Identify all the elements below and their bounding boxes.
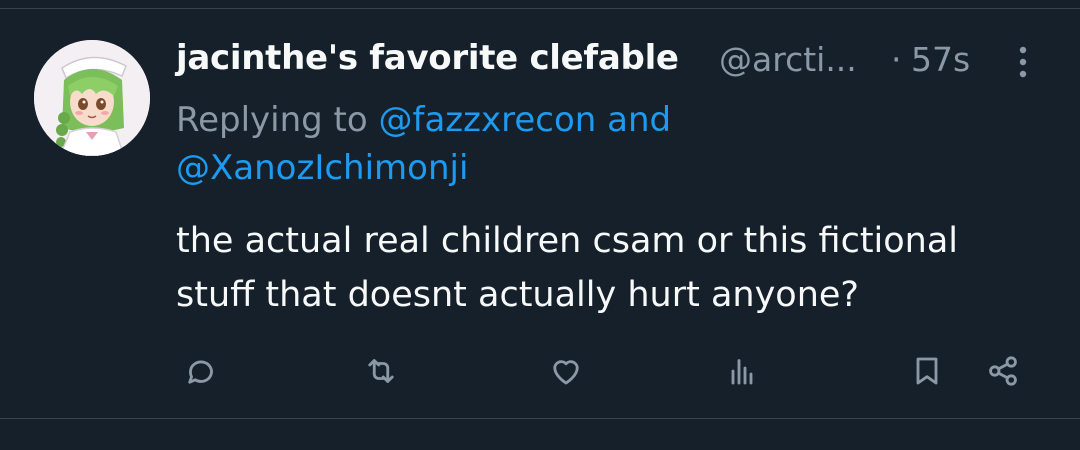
bottom-divider (0, 418, 1080, 419)
retweet-icon (368, 359, 394, 383)
author-handle[interactable]: @arcti... (719, 40, 857, 79)
bookmark-icon (916, 357, 938, 385)
share-icon (989, 356, 1017, 386)
mention-link-xanozichimonji[interactable]: @XanozIchimonji (176, 148, 468, 188)
tweet-actions-bar (0, 340, 1080, 400)
mention-link-fazzxrecon[interactable]: @fazzxrecon (379, 100, 597, 140)
more-vertical-icon (1019, 46, 1027, 78)
like-button[interactable] (541, 346, 591, 396)
reply-button[interactable] (176, 346, 226, 396)
retweet-button[interactable] (356, 346, 406, 396)
views-button[interactable] (717, 346, 767, 396)
reply-icon (188, 360, 213, 384)
share-button[interactable] (978, 346, 1028, 396)
separator-dot: · (891, 40, 902, 79)
heart-icon (553, 360, 579, 385)
author-display-name[interactable]: jacinthe's favorite clefable (176, 38, 679, 78)
views-chart-icon (731, 359, 753, 385)
avatar-image (34, 40, 150, 156)
tweet-body-text: the actual real children csam or this fi… (176, 221, 959, 315)
top-divider (0, 8, 1080, 9)
mention-conjunction[interactable]: and (607, 100, 671, 140)
tweet-timestamp[interactable]: 57s (911, 40, 970, 79)
replying-to-prefix: Replying to (176, 100, 368, 140)
bookmark-button[interactable] (902, 346, 952, 396)
more-options-button[interactable] (1012, 42, 1034, 82)
replying-to-line: Replying to @fazzxrecon and @XanozIchimo… (176, 96, 896, 192)
avatar[interactable] (34, 40, 150, 156)
tweet-header: jacinthe's favorite clefable @arcti... ·… (176, 36, 1056, 86)
